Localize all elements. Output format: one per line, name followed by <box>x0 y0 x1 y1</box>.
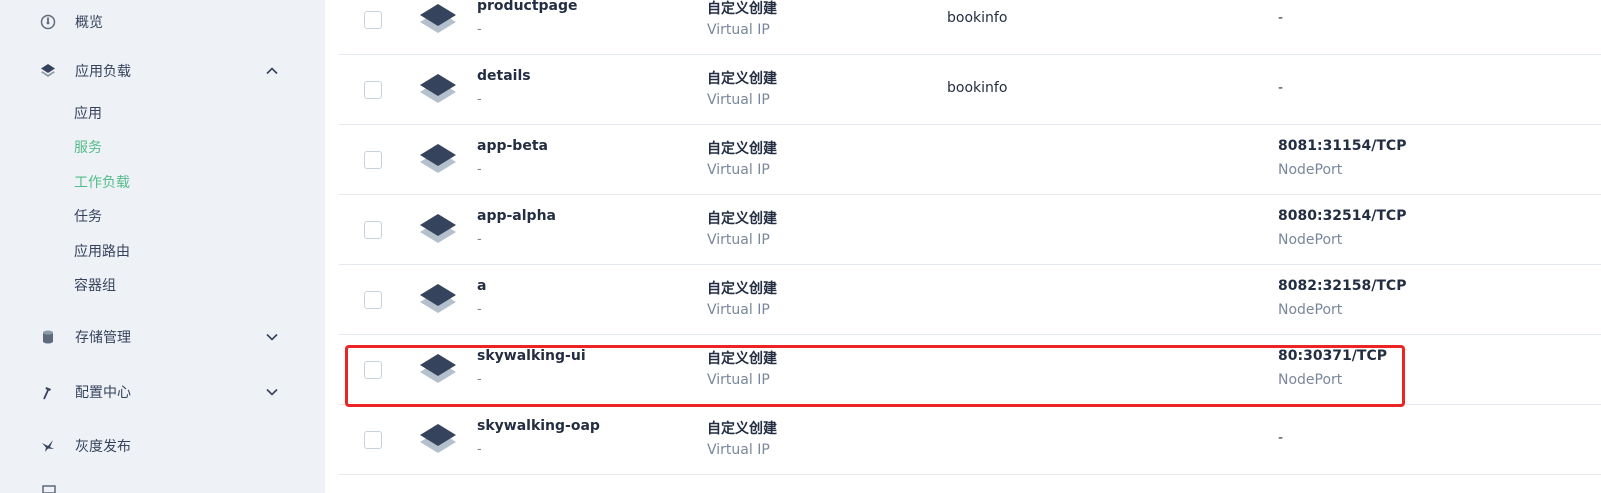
service-type: Virtual IP <box>707 22 770 38</box>
service-application: bookinfo <box>947 80 1008 96</box>
service-ports: - <box>1278 10 1284 26</box>
service-creation-method: 自定义创建 <box>707 351 777 367</box>
service-port-type: NodePort <box>1278 162 1343 178</box>
nav-config[interactable]: 配置中心 <box>0 375 325 409</box>
service-creation-method: 自定义创建 <box>707 1 777 17</box>
chevron-up-icon <box>266 67 278 75</box>
nav-storage[interactable]: 存储管理 <box>0 320 325 354</box>
services-table: productpage - 自定义创建 Virtual IP bookinfo - deta… <box>325 0 1601 493</box>
service-description: - <box>477 92 482 107</box>
nav-canary[interactable]: 灰度发布 <box>0 429 325 463</box>
service-description: - <box>477 232 482 247</box>
sidebar-item-routes[interactable]: 应用路由 <box>74 242 130 262</box>
table-row[interactable]: a - 自定义创建 Virtual IP 8082:32158/TCP NodePort <box>339 264 1601 335</box>
sidebar-item-apps[interactable]: 应用 <box>74 104 102 124</box>
sidebar-item-services[interactable]: 服务 <box>74 138 102 158</box>
service-creation-method: 自定义创建 <box>707 71 777 87</box>
service-ports: 8081:31154/TCP <box>1278 138 1407 154</box>
row-checkbox[interactable] <box>364 81 382 99</box>
service-type: Virtual IP <box>707 162 770 178</box>
database-icon <box>43 330 53 344</box>
service-application: bookinfo <box>947 10 1008 26</box>
service-ports: 8080:32514/TCP <box>1278 208 1407 224</box>
service-ports: - <box>1278 430 1284 446</box>
service-name[interactable]: productpage <box>477 0 578 14</box>
chevron-down-icon <box>266 388 278 396</box>
service-name[interactable]: skywalking-oap <box>477 418 600 434</box>
service-description: - <box>477 372 482 387</box>
service-layers-icon <box>420 424 456 453</box>
table-row[interactable]: app-alpha - 自定义创建 Virtual IP 8080:32514/TCP N… <box>339 194 1601 265</box>
service-name[interactable]: details <box>477 68 531 84</box>
table-row[interactable]: app-beta - 自定义创建 Virtual IP 8081:31154/TCP No… <box>339 124 1601 195</box>
nav-workloads-label: 应用负载 <box>75 64 131 80</box>
service-type: Virtual IP <box>707 302 770 318</box>
row-checkbox[interactable] <box>364 291 382 309</box>
nav-config-label: 配置中心 <box>75 385 131 401</box>
layers-icon <box>41 64 55 77</box>
service-description: - <box>477 442 482 457</box>
service-port-type: NodePort <box>1278 302 1343 318</box>
nav-workloads[interactable]: 应用负载 <box>0 54 325 88</box>
service-name[interactable]: skywalking-ui <box>477 348 586 364</box>
service-description: - <box>477 302 482 317</box>
service-creation-method: 自定义创建 <box>707 211 777 227</box>
bird-icon <box>42 440 54 452</box>
service-layers-icon <box>420 284 456 313</box>
service-type: Virtual IP <box>707 442 770 458</box>
nav-canary-label: 灰度发布 <box>75 439 131 455</box>
service-creation-method: 自定义创建 <box>707 141 777 157</box>
service-creation-method: 自定义创建 <box>707 421 777 437</box>
service-layers-icon <box>420 74 456 103</box>
table-row[interactable]: skywalking-ui - 自定义创建 Virtual IP 80:30371/TC… <box>339 334 1601 405</box>
row-checkbox[interactable] <box>364 431 382 449</box>
service-ports: - <box>1278 80 1284 96</box>
service-layers-icon <box>420 144 456 173</box>
service-ports: 80:30371/TCP <box>1278 348 1387 364</box>
service-description: - <box>477 162 482 177</box>
service-name[interactable]: app-beta <box>477 138 548 154</box>
row-checkbox[interactable] <box>364 151 382 169</box>
service-port-type: NodePort <box>1278 232 1343 248</box>
service-name[interactable]: a <box>477 278 486 294</box>
row-checkbox[interactable] <box>364 221 382 239</box>
service-type: Virtual IP <box>707 372 770 388</box>
row-checkbox[interactable] <box>364 361 382 379</box>
table-row[interactable]: details - 自定义创建 Virtual IP bookinfo - <box>339 54 1601 125</box>
service-layers-icon <box>420 354 456 383</box>
service-name[interactable]: app-alpha <box>477 208 556 224</box>
dashboard-icon <box>40 14 56 30</box>
hammer-icon <box>43 387 51 400</box>
service-description: - <box>477 22 482 37</box>
service-creation-method: 自定义创建 <box>707 281 777 297</box>
service-ports: 8082:32158/TCP <box>1278 278 1407 294</box>
table-row[interactable]: productpage - 自定义创建 Virtual IP bookinfo - <box>339 0 1601 55</box>
service-type: Virtual IP <box>707 92 770 108</box>
partial-menu-icon <box>42 485 56 493</box>
nav-storage-label: 存储管理 <box>75 330 131 346</box>
sidebar-item-pods[interactable]: 容器组 <box>74 276 116 296</box>
service-port-type: NodePort <box>1278 372 1343 388</box>
sidebar-item-workloads[interactable]: 工作负载 <box>74 173 130 193</box>
chevron-down-icon <box>266 333 278 341</box>
nav-overview-label: 概览 <box>75 15 103 31</box>
sidebar-item-jobs[interactable]: 任务 <box>74 207 102 227</box>
service-layers-icon <box>420 4 456 33</box>
nav-overview[interactable]: 概览 <box>0 5 325 39</box>
sidebar: 概览 应用负载 应用 服务 工作负载 任务 应用路由 容器组 存储管理 配置中心 <box>0 0 325 493</box>
service-type: Virtual IP <box>707 232 770 248</box>
row-checkbox[interactable] <box>364 11 382 29</box>
table-row[interactable]: skywalking-oap - 自定义创建 Virtual IP - <box>339 404 1601 475</box>
service-layers-icon <box>420 214 456 243</box>
